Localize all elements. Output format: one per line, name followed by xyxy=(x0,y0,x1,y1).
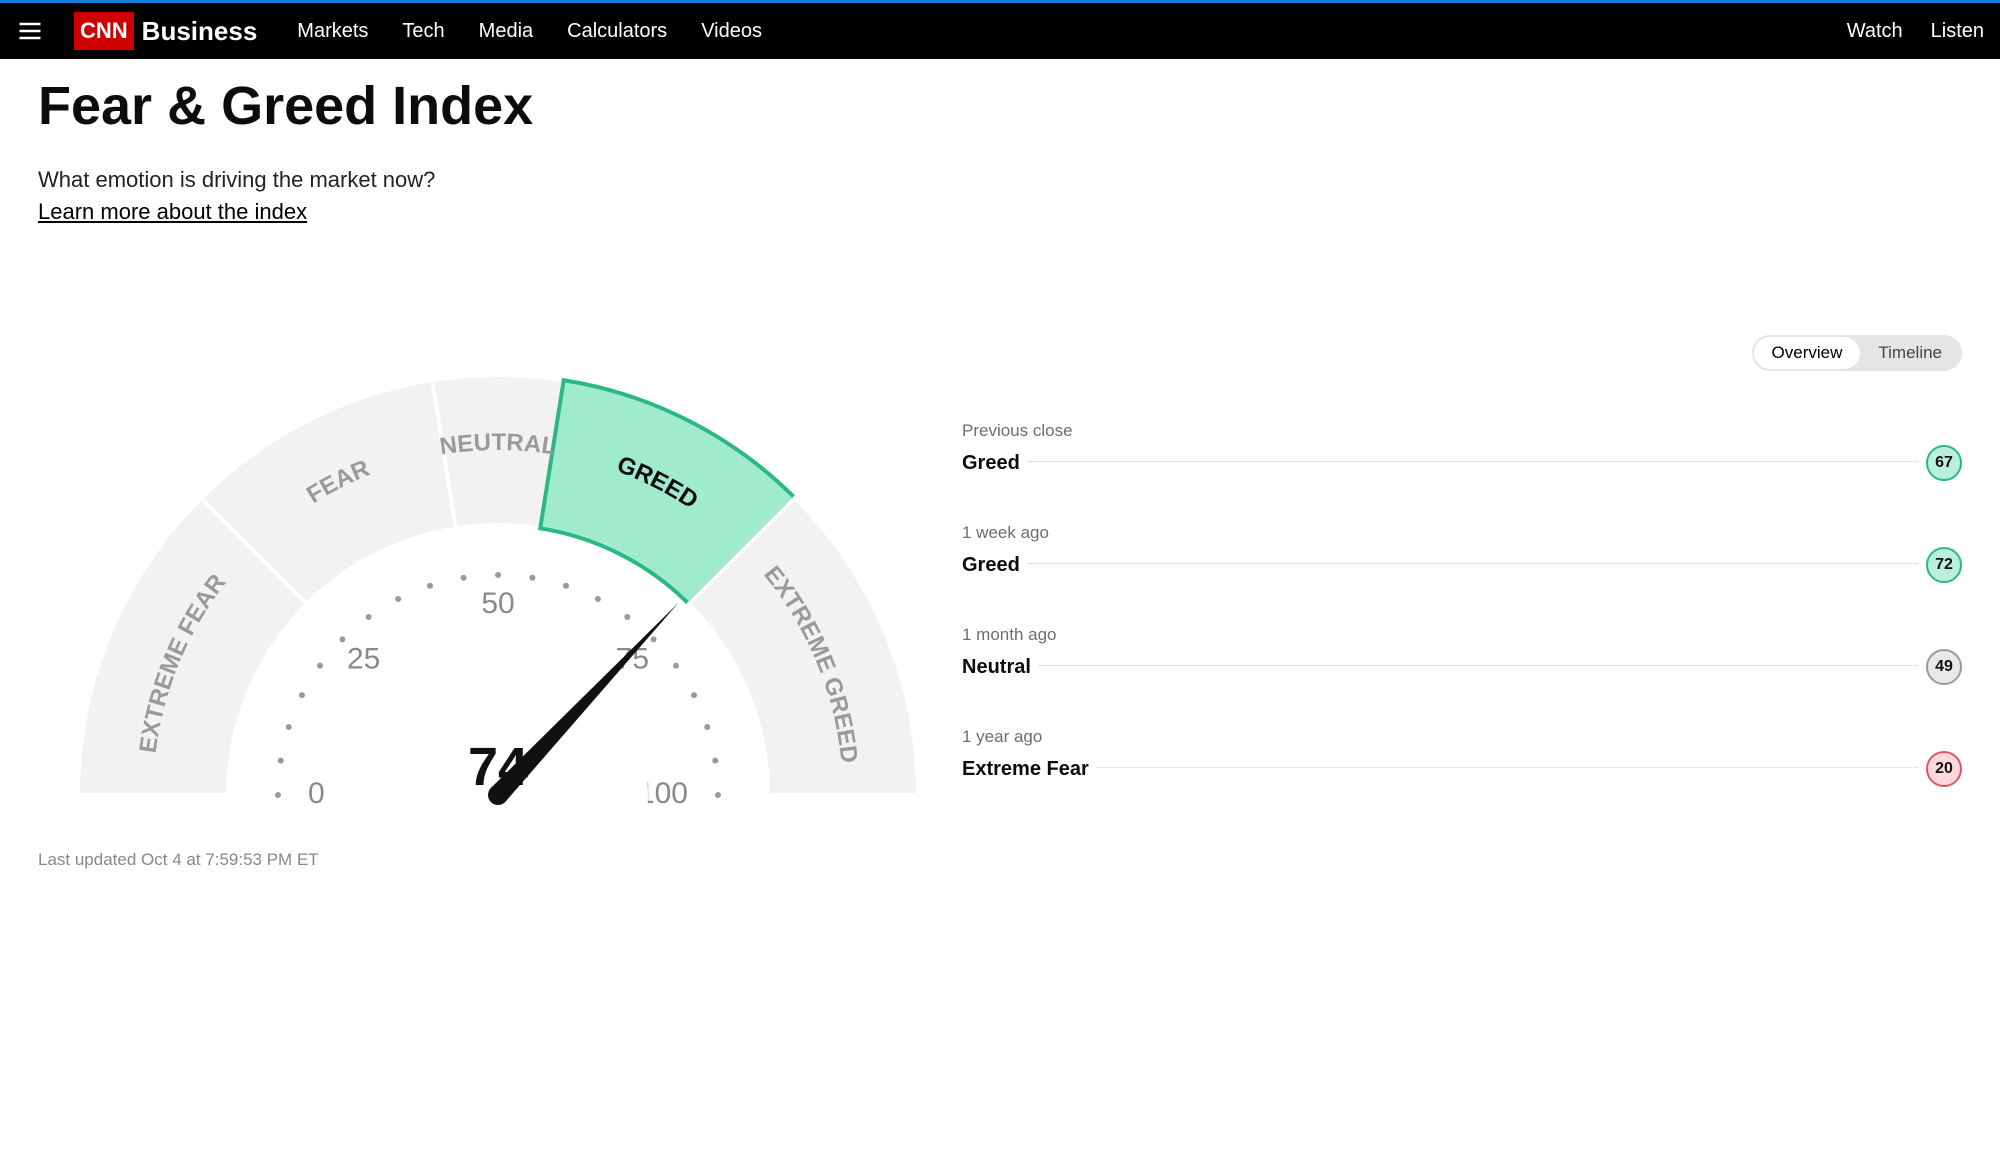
history-label: 1 month ago xyxy=(962,625,1962,645)
history-badge: 67 xyxy=(1926,445,1962,481)
svg-text:74: 74 xyxy=(468,737,528,797)
svg-text:75: 75 xyxy=(616,643,649,676)
history-label: 1 year ago xyxy=(962,727,1962,747)
nav-link-calculators[interactable]: Calculators xyxy=(567,20,667,43)
history-badge: 72 xyxy=(1926,547,1962,583)
gauge-chart: EXTREME FEARFEARNEUTRALGREEDEXTREME GREE… xyxy=(38,335,938,870)
page-subtitle: What emotion is driving the market now? xyxy=(38,167,1962,193)
history-divider xyxy=(1097,767,1918,768)
history-divider xyxy=(1028,461,1918,462)
nav-link-media[interactable]: Media xyxy=(479,20,533,43)
history-item: Previous close Greed 67 xyxy=(962,421,1962,481)
business-logo: Business xyxy=(142,16,258,47)
history-item: 1 week ago Greed 72 xyxy=(962,523,1962,583)
history-label: 1 week ago xyxy=(962,523,1962,543)
navbar: CNN Business Markets Tech Media Calculat… xyxy=(0,3,2000,59)
last-updated: Last updated Oct 4 at 7:59:53 PM ET xyxy=(38,850,938,870)
history-badge: 49 xyxy=(1926,649,1962,685)
nav-link-videos[interactable]: Videos xyxy=(701,20,762,43)
nav-link-tech[interactable]: Tech xyxy=(402,20,444,43)
history-list: Previous closeGreed671 week agoGreed721 … xyxy=(962,421,1962,787)
history-item: 1 month ago Neutral 49 xyxy=(962,625,1962,685)
logo-block[interactable]: CNN Business xyxy=(74,12,257,50)
svg-text:50: 50 xyxy=(481,587,514,620)
history-divider xyxy=(1028,563,1918,564)
history-divider xyxy=(1039,665,1918,666)
nav-links: Markets Tech Media Calculators Videos xyxy=(297,20,762,43)
nav-link-listen[interactable]: Listen xyxy=(1931,20,1984,43)
view-toggle: Overview Timeline xyxy=(1752,335,1962,371)
nav-link-watch[interactable]: Watch xyxy=(1847,20,1903,43)
nav-right: Watch Listen xyxy=(1847,20,1984,43)
toggle-overview[interactable]: Overview xyxy=(1754,337,1861,369)
svg-text:0: 0 xyxy=(308,777,325,810)
nav-link-markets[interactable]: Markets xyxy=(297,20,368,43)
history-sentiment: Greed xyxy=(962,452,1020,475)
history-sentiment: Greed xyxy=(962,554,1020,577)
history-sentiment: Neutral xyxy=(962,656,1031,679)
menu-icon[interactable] xyxy=(16,17,44,45)
history-label: Previous close xyxy=(962,421,1962,441)
svg-text:25: 25 xyxy=(347,643,380,676)
page-title: Fear & Greed Index xyxy=(38,75,1962,137)
history-item: 1 year ago Extreme Fear 20 xyxy=(962,727,1962,787)
history-sentiment: Extreme Fear xyxy=(962,758,1089,781)
toggle-timeline[interactable]: Timeline xyxy=(1860,337,1960,369)
cnn-logo: CNN xyxy=(74,12,134,50)
learn-more-link[interactable]: Learn more about the index xyxy=(38,199,307,225)
history-badge: 20 xyxy=(1926,751,1962,787)
